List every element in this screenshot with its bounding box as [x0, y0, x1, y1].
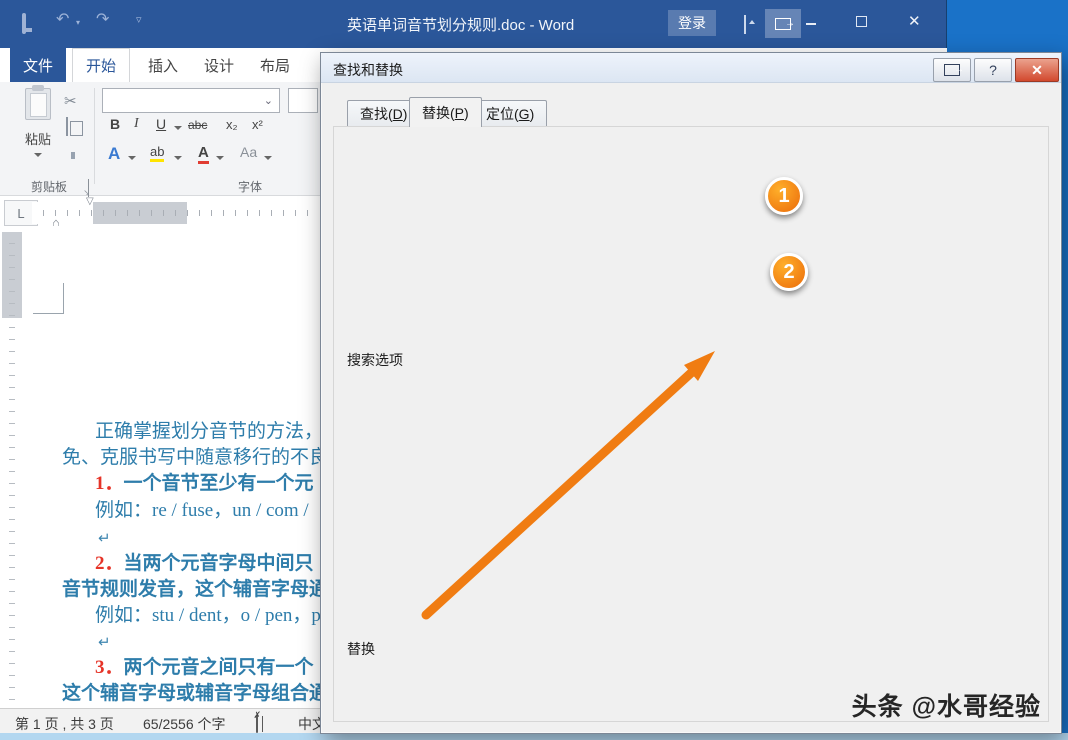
doc-line: 例如：re / fuse，un / com / [95, 499, 309, 523]
title-bar: ↶ ▾ ↷ ▿ 英语单词音节划分规则.doc - Word 登录 ✕ [0, 0, 946, 48]
dialog-close-button[interactable]: ✕ [1015, 58, 1059, 82]
step-1-badge: 1 [765, 177, 803, 215]
font-color-button[interactable]: A [198, 144, 209, 161]
doc-line: ↵ [98, 630, 111, 655]
doc-line: 2．当两个元音字母中间只 [95, 552, 314, 576]
doc-line: 免、克服书写中随意移行的不良 [62, 446, 328, 470]
page-count-label[interactable]: 第 1 页 , 共 3 页 [15, 714, 114, 734]
group-separator [94, 88, 95, 184]
clipboard-dialog-launcher-icon[interactable] [88, 179, 89, 197]
highlight-color-button[interactable]: ab [150, 144, 164, 159]
proofing-errors-icon[interactable] [256, 715, 258, 733]
copy-icon[interactable] [66, 117, 68, 136]
text-effects-caret-icon[interactable] [128, 156, 136, 164]
export-icon [944, 64, 960, 76]
paste-caret-icon [34, 153, 42, 161]
watermark-label: 头条 @水哥经验 [751, 687, 1041, 723]
tab-layout[interactable]: 布局 [250, 48, 300, 82]
font-color-caret-icon[interactable] [216, 156, 224, 164]
cut-icon[interactable]: ✂ [64, 92, 77, 110]
ribbon-display-options-icon[interactable] [744, 15, 746, 34]
tab-design[interactable]: 设计 [194, 48, 244, 82]
desktop-strip [0, 733, 1068, 740]
tab-page [333, 126, 1049, 722]
tab-file[interactable]: 文件 [10, 48, 66, 82]
dialog-title: 查找和替换 [333, 60, 403, 80]
font-group-label: 字体 [200, 178, 300, 195]
clipboard-icon [25, 88, 51, 120]
doc-line: 3．两个元音之间只有一个 [95, 656, 314, 680]
help-button[interactable]: ? [974, 58, 1012, 82]
find-replace-dialog: 查找和替换 ? ✕ 查找(D) 替换(P) 定位(G) 查找内容(N): 选项:… [320, 52, 1062, 734]
underline-button[interactable]: U [156, 116, 166, 132]
paste-label: 粘贴 [14, 129, 62, 148]
margin-corner-mark [63, 283, 64, 313]
tab-goto[interactable]: 定位(G) [473, 100, 547, 126]
save-icon[interactable] [22, 15, 26, 33]
doc-line: 例如：stu / dent，o / pen，p [95, 604, 321, 628]
margin-corner-mark [33, 313, 64, 314]
close-button[interactable]: ✕ [908, 14, 921, 29]
doc-line: 音节规则发音，这个辅音字母通 [62, 578, 328, 602]
bold-button[interactable]: B [110, 116, 120, 132]
subscript-button[interactable]: x₂ [226, 117, 238, 132]
redo-icon[interactable]: ↷ [96, 12, 109, 28]
dialog-context-button[interactable] [933, 58, 971, 82]
change-case-button[interactable]: Aa [240, 144, 257, 160]
font-size-combo[interactable] [288, 88, 318, 113]
chevron-down-icon[interactable]: ⌄ [264, 94, 273, 107]
underline-caret-icon[interactable] [174, 126, 182, 134]
doc-line: 正确掌握划分音节的方法， [95, 420, 323, 444]
qat-chevron-icon[interactable]: ▿ [136, 15, 142, 26]
paste-button[interactable]: 粘贴 [14, 88, 62, 166]
horizontal-ruler [32, 202, 318, 224]
search-options-group-label: 搜索选项 [347, 350, 411, 370]
change-case-caret-icon[interactable] [264, 156, 272, 164]
strikethrough-button[interactable]: abc [188, 118, 207, 132]
doc-line: ↵ [98, 526, 111, 551]
ruler-ticks [9, 232, 15, 706]
doc-line: 这个辅音字母或辅音字母组合通 [62, 682, 328, 706]
window-title: 英语单词音节划分规则.doc - Word [347, 14, 574, 35]
font-name-combo[interactable]: ⌄ [102, 88, 280, 113]
vertical-ruler [2, 232, 22, 706]
screenshot-tool-icon[interactable] [765, 9, 801, 38]
italic-button[interactable]: I [134, 116, 139, 132]
tab-insert[interactable]: 插入 [138, 48, 188, 82]
superscript-button[interactable]: x² [252, 117, 263, 132]
text-effects-button[interactable]: A [108, 144, 120, 164]
minimize-button[interactable] [806, 23, 816, 25]
maximize-button[interactable] [856, 16, 867, 27]
first-line-indent-marker[interactable]: ▽ [86, 197, 94, 207]
login-button[interactable]: 登录 [668, 10, 716, 36]
highlight-caret-icon[interactable] [174, 156, 182, 164]
doc-line: 1．一个音节至少有一个元 [95, 472, 314, 496]
clipboard-group-label: 剪贴板 [10, 178, 88, 195]
replace-group-label: 替换 [347, 639, 383, 659]
undo-caret-icon[interactable]: ▾ [76, 19, 80, 27]
step-2-badge: 2 [770, 253, 808, 291]
tab-replace[interactable]: 替换(P) [409, 97, 482, 127]
word-count-label[interactable]: 65/2556 个字 [143, 714, 226, 734]
tab-home[interactable]: 开始 [72, 48, 130, 82]
undo-icon[interactable]: ↶ [56, 12, 69, 28]
ruler-ticks [32, 210, 318, 216]
